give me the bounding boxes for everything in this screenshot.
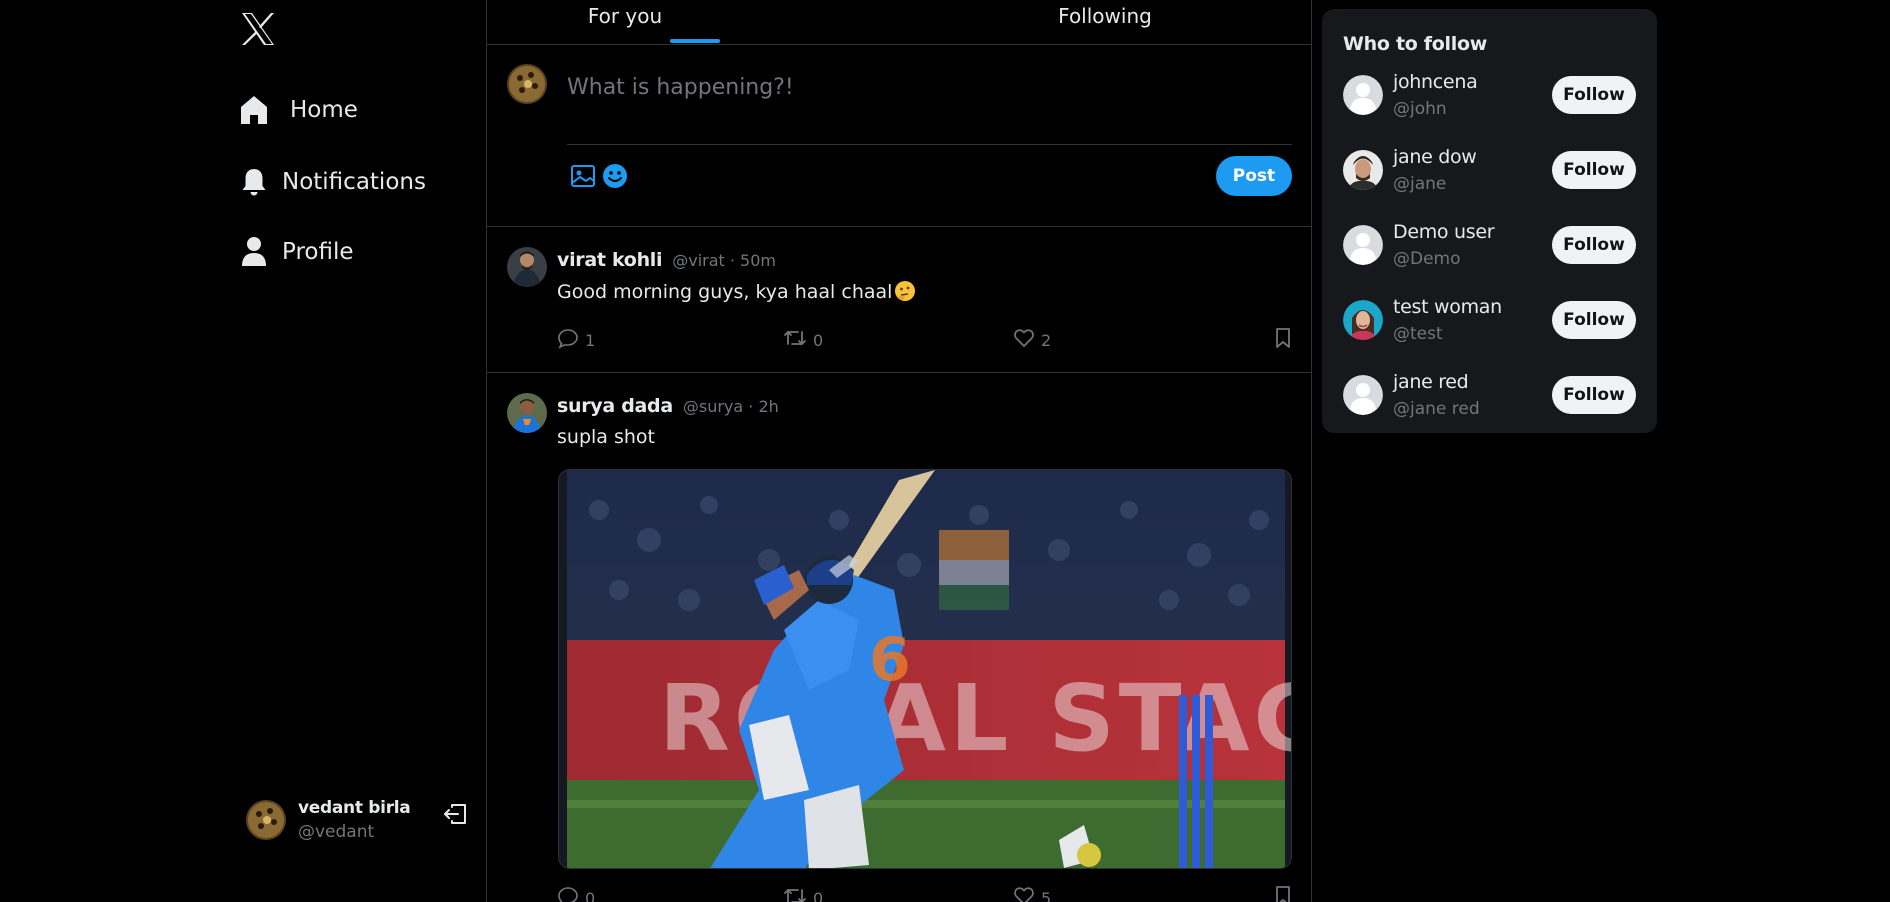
suggestion-name: jane red <box>1393 371 1469 393</box>
post-actions: 0 0 5 <box>557 885 1292 902</box>
repost-count: 0 <box>813 888 824 902</box>
suggestion-handle: @jane red <box>1393 399 1480 419</box>
nav-profile[interactable]: Profile <box>238 232 354 272</box>
follow-suggestion[interactable]: test woman @test Follow <box>1322 290 1657 350</box>
repost-button[interactable]: 0 <box>783 327 823 353</box>
reply-icon <box>557 885 579 902</box>
nav-notifications[interactable]: Notifications <box>238 162 426 202</box>
post-text-content: Good morning guys, kya haal chaal <box>557 281 893 303</box>
follow-suggestion[interactable]: johncena @john Follow <box>1322 65 1657 125</box>
home-icon <box>238 94 270 126</box>
suggestion-handle: @john <box>1393 99 1447 119</box>
nav-home[interactable]: Home <box>238 90 358 130</box>
logout-icon[interactable] <box>442 802 468 828</box>
follow-suggestion[interactable]: Demo user @Demo Follow <box>1322 215 1657 275</box>
follow-button[interactable]: Follow <box>1552 76 1636 114</box>
who-to-follow-title: Who to follow <box>1343 33 1487 55</box>
post-text: supla shot <box>557 426 655 448</box>
avatar <box>1343 75 1383 115</box>
tab-following[interactable]: Following <box>899 0 1311 44</box>
repost-icon <box>783 885 807 902</box>
post-author-name[interactable]: virat kohli <box>557 249 663 271</box>
post-card[interactable]: surya dada @surya · 2h supla shot ROYAL … <box>487 373 1311 902</box>
avatar <box>1343 150 1383 190</box>
svg-text:6: 6 <box>869 625 911 695</box>
post-meta: @virat · 50m <box>672 251 776 270</box>
suggestion-handle: @Demo <box>1393 249 1461 269</box>
suggestion-name: jane dow <box>1393 146 1477 168</box>
tab-following-label: Following <box>1058 4 1152 28</box>
repost-button[interactable]: 0 <box>783 885 823 902</box>
app-root: Home Notifications Profile vedant birla … <box>0 0 1890 902</box>
reply-icon <box>557 327 579 353</box>
tab-for-you-label: For you <box>587 4 663 28</box>
post-actions: 1 0 2 <box>557 327 1292 351</box>
follow-button[interactable]: Follow <box>1552 301 1636 339</box>
reply-count: 0 <box>585 888 596 902</box>
follow-button[interactable]: Follow <box>1552 226 1636 264</box>
reply-button[interactable]: 0 <box>557 885 595 902</box>
avatar <box>1343 225 1383 265</box>
follow-suggestion[interactable]: jane dow @jane Follow <box>1322 140 1657 200</box>
x-logo-icon[interactable] <box>238 9 278 49</box>
suggestion-name: Demo user <box>1393 221 1495 243</box>
account-switcher[interactable]: vedant birla @vedant <box>246 798 411 842</box>
follow-suggestion[interactable]: jane red @jane red Follow <box>1322 365 1657 425</box>
avatar[interactable] <box>507 393 547 433</box>
bell-icon <box>238 166 270 198</box>
main-feed: For you Following What is happening?! Po… <box>486 0 1312 902</box>
avatar[interactable] <box>507 247 547 287</box>
follow-button[interactable]: Follow <box>1552 376 1636 414</box>
post-text: Good morning guys, kya haal chaal <box>557 280 916 307</box>
suggestion-name: johncena <box>1393 71 1478 93</box>
feed-tabs: For you Following <box>487 0 1311 45</box>
repost-icon <box>783 327 807 353</box>
repost-count: 0 <box>813 330 824 350</box>
image-icon[interactable] <box>569 162 597 190</box>
post-header: surya dada @surya · 2h <box>557 395 779 417</box>
post-composer: Post <box>487 45 1311 227</box>
user-icon <box>238 236 270 268</box>
bookmark-icon <box>1273 885 1293 902</box>
nav-notifications-label: Notifications <box>282 169 426 195</box>
post-meta: @surya · 2h <box>682 397 779 416</box>
follow-button[interactable]: Follow <box>1552 151 1636 189</box>
post-button[interactable]: Post <box>1216 156 1292 196</box>
avatar <box>507 64 547 104</box>
suggestion-name: test woman <box>1393 296 1502 318</box>
suggestion-handle: @test <box>1393 324 1443 344</box>
compose-input[interactable] <box>567 67 1287 107</box>
post-author-name[interactable]: surya dada <box>557 395 673 417</box>
thinking-face-emoji-icon <box>894 280 916 307</box>
tab-for-you[interactable]: For you <box>487 0 899 44</box>
composer-divider <box>567 144 1292 145</box>
bookmark-button[interactable] <box>1273 327 1293 353</box>
like-button[interactable]: 5 <box>1013 885 1051 902</box>
emoji-icon[interactable] <box>601 162 629 190</box>
account-handle: @vedant <box>298 822 375 842</box>
post-header: virat kohli @virat · 50m <box>557 249 776 271</box>
nav-profile-label: Profile <box>282 239 354 265</box>
avatar <box>246 800 286 840</box>
bookmark-button[interactable] <box>1273 885 1293 902</box>
post-card[interactable]: virat kohli @virat · 50m Good morning gu… <box>487 227 1311 373</box>
heart-icon <box>1013 885 1035 902</box>
reply-button[interactable]: 1 <box>557 327 595 353</box>
who-to-follow-panel: Who to follow johncena @john Follow jane… <box>1322 9 1657 433</box>
nav-home-label: Home <box>290 97 358 123</box>
heart-icon <box>1013 327 1035 353</box>
like-count: 2 <box>1041 330 1052 350</box>
post-image[interactable]: ROYAL STAG 6 <box>558 469 1292 869</box>
suggestion-handle: @jane <box>1393 174 1447 194</box>
account-name: vedant birla <box>298 798 411 818</box>
like-button[interactable]: 2 <box>1013 327 1051 353</box>
avatar <box>1343 300 1383 340</box>
bookmark-icon <box>1273 327 1293 353</box>
like-count: 5 <box>1041 888 1052 902</box>
left-sidebar: Home Notifications Profile vedant birla … <box>0 0 486 902</box>
avatar <box>1343 375 1383 415</box>
active-tab-indicator <box>670 39 720 43</box>
reply-count: 1 <box>585 330 596 350</box>
